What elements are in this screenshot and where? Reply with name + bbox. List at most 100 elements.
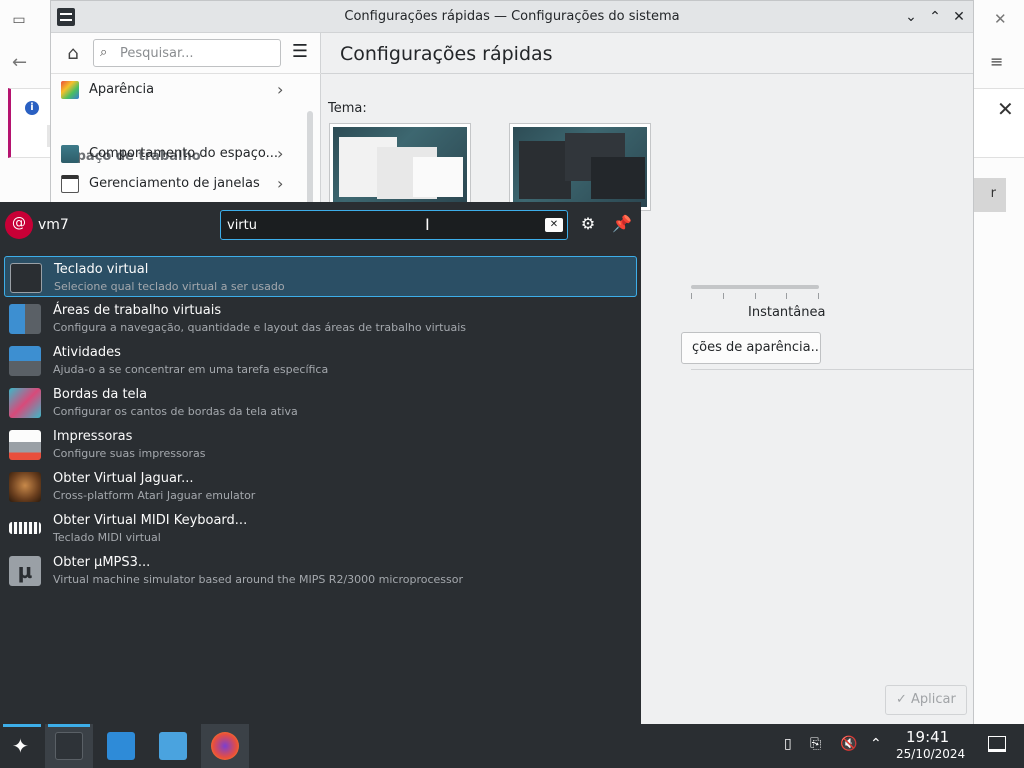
application-launcher[interactable]: ✦ <box>0 724 44 768</box>
result-subtitle: Teclado MIDI virtual <box>53 531 161 544</box>
activities-icon <box>9 346 41 376</box>
search-input[interactable]: ⌕ Pesquisar... <box>93 39 281 67</box>
tab-overview-icon[interactable]: ▭ <box>10 12 28 30</box>
network-icon[interactable]: ⎘ <box>810 736 821 752</box>
result-item[interactable]: Impressoras Configure suas impressoras <box>4 424 637 465</box>
search-icon: ⌕ <box>100 45 108 60</box>
notification-close-icon[interactable]: ✕ <box>997 97 1014 121</box>
system-settings-icon <box>55 732 83 760</box>
clear-icon[interactable]: ✕ <box>545 218 563 232</box>
divider <box>691 369 973 370</box>
search-input[interactable]: virtu I ✕ <box>220 210 568 240</box>
launcher-icon: ✦ <box>12 734 29 758</box>
jaguar-icon <box>9 472 41 502</box>
titlebar[interactable]: Configurações rápidas — Configurações do… <box>51 1 973 33</box>
task-discover[interactable] <box>97 724 145 768</box>
result-item[interactable]: Obter Virtual Jaguar... Cross-platform A… <box>4 466 637 507</box>
chevron-right-icon: › <box>277 144 284 163</box>
task-system-settings[interactable] <box>45 724 93 768</box>
menu-icon[interactable]: ≡ <box>990 52 1003 71</box>
result-title: Teclado virtual <box>54 262 149 277</box>
result-item[interactable]: Obter Virtual MIDI Keyboard... Teclado M… <box>4 508 637 549</box>
result-subtitle: Selecione qual teclado virtual a ser usa… <box>54 280 285 293</box>
settings-sliders-icon[interactable]: ⚙ <box>578 214 598 236</box>
pin-icon[interactable]: 📌 <box>612 214 632 236</box>
window-management-icon <box>61 175 79 193</box>
back-arrow-icon[interactable]: ← <box>12 52 32 73</box>
keyboard-icon <box>10 263 42 293</box>
result-subtitle: Ajuda-o a se concentrar em uma tarefa es… <box>53 363 329 376</box>
active-indicator <box>48 724 90 727</box>
sidebar-item-workspace-behavior[interactable]: Comportamento do espaço... › <box>51 139 301 169</box>
sidebar-item-label: Comportamento do espaço... <box>89 146 278 161</box>
close-button[interactable]: ✕ <box>949 7 969 27</box>
search-query: virtu <box>227 218 257 233</box>
chevron-up-icon[interactable]: ⌃ <box>870 736 882 752</box>
appearance-icon <box>61 81 79 99</box>
firefox-icon <box>211 732 239 760</box>
workspace-behavior-icon <box>61 145 79 163</box>
window-title: Configurações rápidas — Configurações do… <box>344 9 680 24</box>
close-tab-icon[interactable]: ✕ <box>994 10 1007 28</box>
animation-speed-end-label: Instantânea <box>748 305 826 320</box>
clock-date[interactable]: 25/10/2024 <box>896 747 965 761</box>
result-title: Áreas de trabalho virtuais <box>53 303 222 318</box>
apply-button[interactable]: ✓ Aplicar <box>885 685 967 715</box>
sidebar-item-appearance[interactable]: Aparência › <box>51 75 301 105</box>
result-title: Bordas da tela <box>53 387 148 402</box>
virtual-desktops-icon <box>9 304 41 334</box>
hamburger-menu-icon[interactable]: ☰ <box>289 42 311 64</box>
home-icon[interactable]: ⌂ <box>59 41 87 69</box>
result-title: Impressoras <box>53 429 133 444</box>
taskbar: ✦ ▯ ⎘ 🔇 ⌃ 19:41 25/10/2024 <box>0 724 1024 768</box>
krunner-panel: vm7 virtu I ✕ ⚙ 📌 Teclado virtual Seleci… <box>0 202 641 724</box>
result-item[interactable]: Áreas de trabalho virtuais Configura a n… <box>4 298 637 339</box>
divider <box>51 73 321 74</box>
maximize-button[interactable]: ⌃ <box>925 7 945 27</box>
animation-speed-slider[interactable] <box>691 285 819 289</box>
text-cursor-icon: I <box>425 215 430 234</box>
avatar[interactable] <box>5 211 33 239</box>
result-subtitle: Cross-platform Atari Jaguar emulator <box>53 489 256 502</box>
usb-icon[interactable]: ▯ <box>784 736 792 752</box>
result-item[interactable]: Bordas da tela Configurar os cantos de b… <box>4 382 637 423</box>
theme-label: Tema: <box>328 101 367 116</box>
search-placeholder: Pesquisar... <box>120 46 194 61</box>
task-firefox[interactable] <box>201 724 249 768</box>
theme-dark-thumbnail[interactable] <box>509 123 651 211</box>
task-file-manager[interactable] <box>149 724 197 768</box>
show-desktop-icon[interactable] <box>988 736 1006 752</box>
result-item[interactable]: Atividades Ajuda-o a se concentrar em um… <box>4 340 637 381</box>
printer-icon <box>9 430 41 460</box>
result-subtitle: Configura a navegação, quantidade e layo… <box>53 321 466 334</box>
volume-muted-icon[interactable]: 🔇 <box>840 736 857 752</box>
screen-edges-icon <box>9 388 41 418</box>
result-subtitle: Virtual machine simulator based around t… <box>53 573 464 586</box>
result-title: Obter µMPS3... <box>53 555 151 570</box>
sidebar-item-window-management[interactable]: Gerenciamento de janelas › <box>51 169 301 199</box>
theme-light-preview <box>333 127 467 207</box>
chevron-right-icon: › <box>277 174 284 193</box>
user-name: vm7 <box>38 217 69 233</box>
chevron-right-icon: › <box>277 80 284 99</box>
discover-icon <box>107 732 135 760</box>
clock-time[interactable]: 19:41 <box>906 728 949 746</box>
result-subtitle: Configurar os cantos de bordas da tela a… <box>53 405 298 418</box>
more-appearance-settings-button[interactable]: ções de aparência... <box>681 332 821 364</box>
theme-dark-preview <box>513 127 647 207</box>
theme-light-thumbnail[interactable] <box>329 123 471 211</box>
result-subtitle: Configure suas impressoras <box>53 447 206 460</box>
sidebar-item-label: Gerenciamento de janelas <box>89 176 260 191</box>
umps-icon: µ <box>9 556 41 586</box>
active-indicator <box>3 724 41 727</box>
info-icon: i <box>25 101 39 115</box>
result-item[interactable]: µ Obter µMPS3... Virtual machine simulat… <box>4 550 637 591</box>
result-title: Obter Virtual MIDI Keyboard... <box>53 513 248 528</box>
minimize-button[interactable]: ⌄ <box>901 7 921 27</box>
folder-icon <box>159 732 187 760</box>
page-title: Configurações rápidas <box>340 43 553 65</box>
result-title: Obter Virtual Jaguar... <box>53 471 194 486</box>
slider-ticks <box>691 293 819 299</box>
divider <box>321 73 973 74</box>
result-item[interactable]: Teclado virtual Selecione qual teclado v… <box>4 256 637 297</box>
